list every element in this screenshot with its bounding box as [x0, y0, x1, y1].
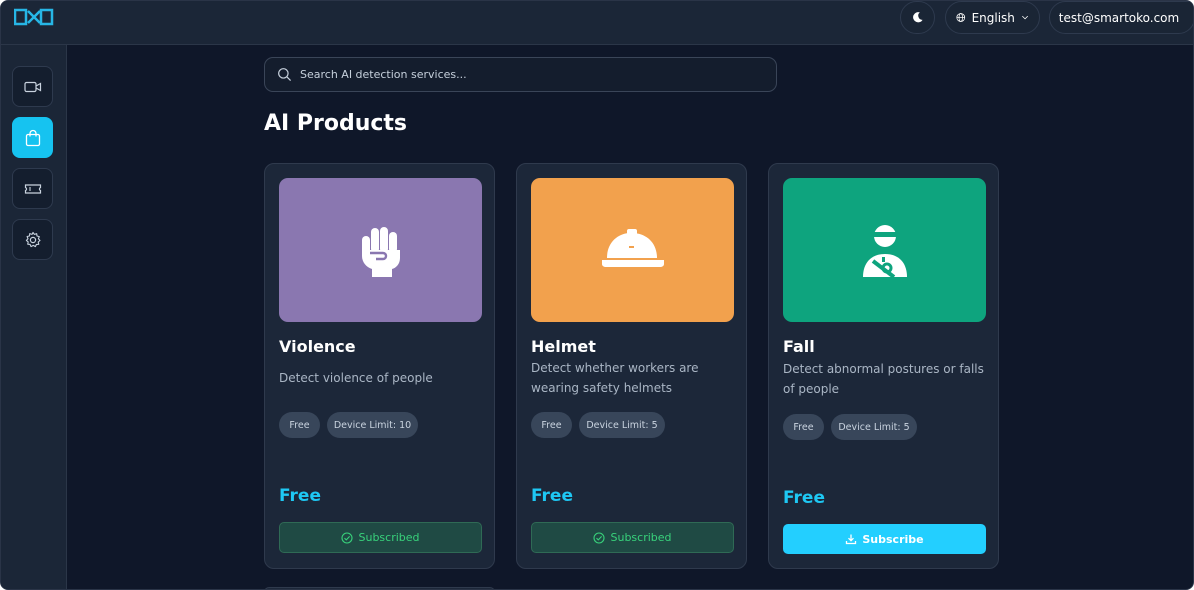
sidebar	[1, 45, 67, 589]
language-selector[interactable]: English	[945, 1, 1040, 34]
top-bar: English test@smartoko.com	[1, 1, 1193, 45]
video-camera-icon	[23, 81, 41, 92]
ticket-icon	[24, 183, 41, 194]
product-name: Fall	[783, 337, 815, 356]
button-label: Subscribed	[610, 531, 672, 544]
search-icon	[278, 68, 292, 82]
subscribe-button[interactable]: Subscribe	[783, 524, 986, 554]
chevron-down-icon	[1021, 15, 1028, 20]
sidebar-item-settings[interactable]	[12, 219, 53, 260]
product-price: Free	[279, 486, 321, 506]
injured-person-icon	[862, 225, 907, 279]
product-name: Helmet	[531, 337, 596, 356]
tag-device-limit: Device Limit: 10	[327, 412, 418, 438]
product-description: Detect violence of people	[279, 371, 433, 385]
product-price: Free	[531, 486, 573, 506]
download-icon	[846, 534, 857, 545]
product-description: Detect abnormal postures or falls of peo…	[783, 362, 984, 396]
sidebar-item-tickets[interactable]	[12, 168, 53, 209]
subscribed-button[interactable]: Subscribed	[279, 522, 482, 553]
tag-device-limit: Device Limit: 5	[831, 414, 917, 440]
tag-price: Free	[279, 412, 320, 438]
sidebar-item-video[interactable]	[12, 66, 53, 107]
search-bar	[264, 57, 777, 92]
moon-icon	[913, 12, 923, 23]
search-input[interactable]	[300, 68, 740, 81]
product-description: Detect whether workers are wearing safet…	[531, 361, 699, 395]
page-title: AI Products	[264, 111, 408, 136]
user-email: test@smartoko.com	[1058, 10, 1180, 25]
fist-icon	[361, 227, 400, 277]
tag-price: Free	[783, 414, 824, 440]
product-card-helmet[interactable]: Helmet Detect whether workers are wearin…	[516, 163, 747, 569]
button-label: Subscribe	[862, 532, 924, 546]
product-card-violence[interactable]: Violence Detect violence of people Free …	[264, 163, 495, 569]
product-image	[783, 178, 986, 322]
app-window: English test@smartoko.com Search AI dete…	[0, 0, 1194, 590]
button-label: Subscribed	[358, 531, 420, 544]
product-card-fall[interactable]: Fall Detect abnormal postures or falls o…	[768, 163, 999, 569]
globe-icon	[956, 13, 966, 22]
check-circle-icon	[341, 531, 354, 544]
theme-toggle-button[interactable]	[900, 1, 935, 34]
logo-icon[interactable]	[14, 8, 54, 26]
product-price: Free	[783, 488, 825, 508]
language-label: English	[971, 10, 1015, 25]
tag-device-limit: Device Limit: 5	[579, 412, 665, 438]
gear-icon	[25, 231, 41, 247]
hard-hat-icon	[601, 229, 664, 267]
user-menu[interactable]: test@smartoko.com	[1049, 1, 1193, 34]
subscribed-button[interactable]: Subscribed	[531, 522, 734, 553]
product-image	[279, 178, 482, 322]
product-name: Violence	[279, 337, 356, 356]
tag-price: Free	[531, 412, 572, 438]
sidebar-item-products[interactable]	[12, 117, 53, 158]
check-circle-icon	[593, 531, 606, 544]
shopping-bag-icon	[25, 129, 40, 146]
product-image	[531, 178, 734, 322]
